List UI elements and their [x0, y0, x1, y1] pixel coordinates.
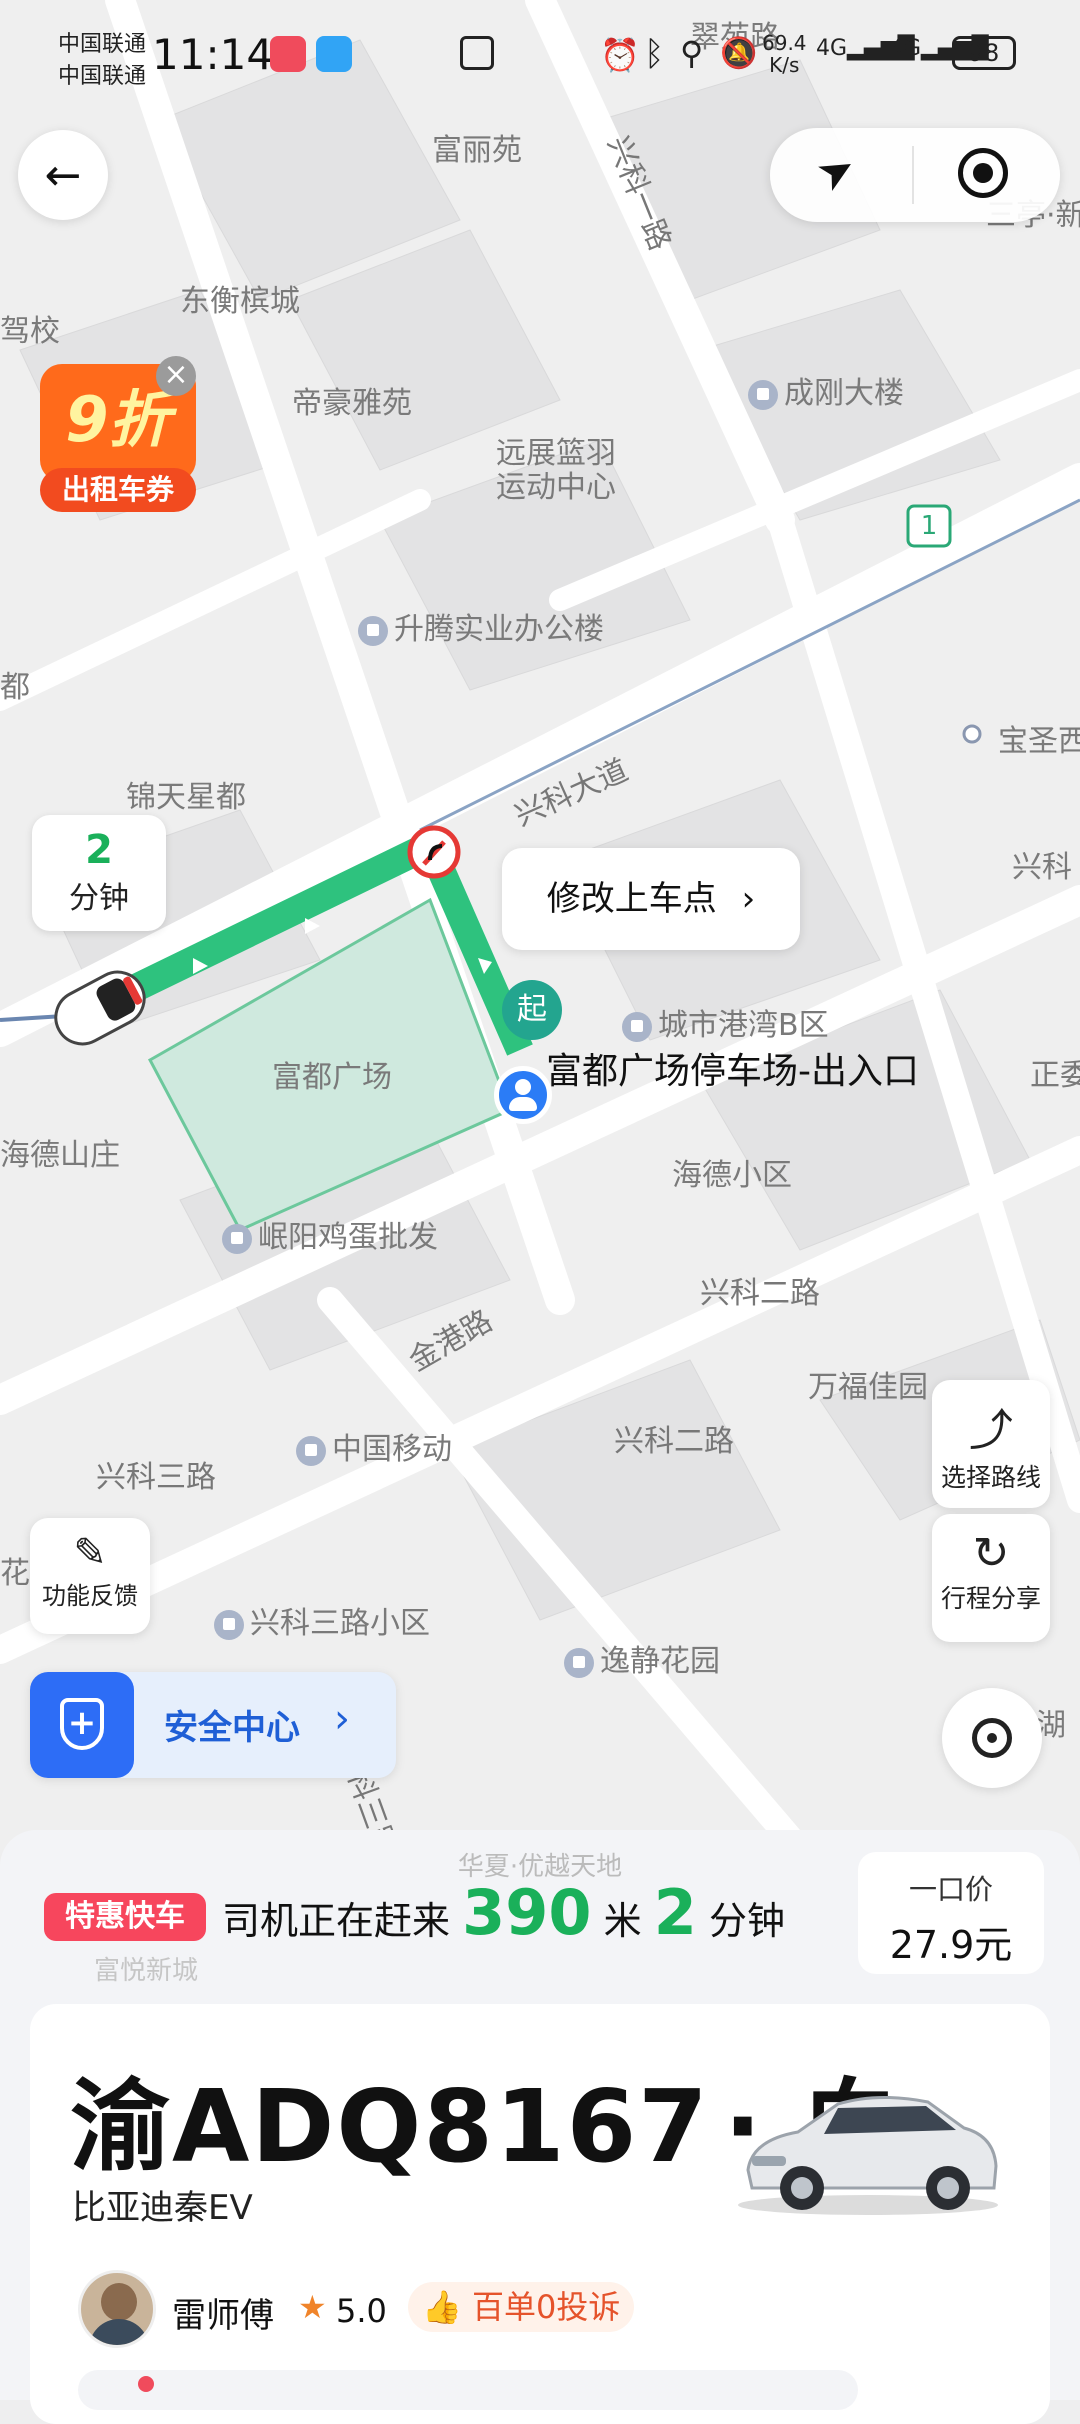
share-trip-button[interactable]: ↻ 行程分享 — [932, 1514, 1050, 1642]
map-label: 逸静花园 — [564, 1636, 720, 1680]
map-label: 富都广场 — [272, 1060, 392, 1095]
route-fork-icon: ⤴ — [969, 1405, 1013, 1456]
crosshair-icon — [972, 1718, 1012, 1758]
map-label: 富丽苑 — [432, 133, 522, 168]
star-icon: ★ — [298, 2288, 327, 2326]
map-label: 海德山庄 — [0, 1138, 120, 1173]
complaint-badge: 👍 百单0投诉 — [408, 2282, 635, 2332]
distance-value: 390 — [462, 1876, 592, 1949]
eta-unit: 分钟 — [69, 881, 129, 916]
choose-route-label: 选择路线 — [940, 1463, 1041, 1492]
map-controls: ➤ — [770, 128, 1060, 222]
map-label: 岷阳鸡蛋批发 — [222, 1212, 438, 1256]
map-label: 东衡槟城 — [180, 284, 300, 319]
start-marker: 起 — [502, 980, 562, 1040]
price-value: 27.9元 — [889, 1923, 1013, 1967]
price-label: 一口价 — [908, 1873, 993, 1906]
home-icon — [622, 1011, 652, 1042]
distance-unit: 米 — [603, 1899, 642, 1943]
home-icon — [564, 1647, 594, 1678]
price-card[interactable]: 一口价 27.9元 — [858, 1852, 1044, 1974]
chevron-right-icon: › — [741, 879, 756, 919]
map-label: 成刚大楼 — [748, 368, 904, 412]
mobile-icon — [296, 1435, 326, 1466]
map-label: 兴科三路小区 — [214, 1598, 430, 1642]
safety-center-label: 安全中心 — [164, 1708, 300, 1748]
alarm-icon: ⏰ — [600, 36, 640, 74]
eta-bubble: 2 分钟 — [32, 815, 166, 931]
feedback-button[interactable]: ✎ 功能反馈 — [30, 1518, 150, 1634]
divider — [912, 146, 914, 204]
coupon-badge[interactable]: 9折 出租车券 × — [40, 356, 200, 518]
share-trip-label: 行程分享 — [940, 1584, 1041, 1613]
nfc-icon — [460, 36, 494, 70]
back-button[interactable]: ← — [18, 130, 108, 220]
map-label: 锦天星都 — [126, 780, 246, 815]
driver-avatar[interactable] — [78, 2270, 156, 2348]
eta-minutes: 2 — [85, 827, 113, 873]
coupon-label: 出租车券 — [40, 468, 196, 512]
bluetooth-icon: ᛒ — [644, 34, 665, 74]
driver-name: 雷师傅 — [172, 2296, 274, 2336]
next-card-peek — [78, 2370, 858, 2410]
message-notification-icon — [316, 36, 352, 72]
location-icon: ⚲ — [680, 34, 704, 72]
status-bar: 中国联通 中国联通 11:14 ⏰ ᛒ ⚲ 🔕 69.4 K/s 4G▂▄▆█ … — [0, 0, 1080, 110]
map-label: 正委 — [1030, 1058, 1080, 1093]
modify-pickup-label: 修改上车点 — [546, 879, 717, 919]
map-label-faded: 富悦新城 — [94, 1956, 199, 1986]
map-label: 帝豪雅苑 — [292, 386, 412, 421]
road-number-badge: 1 — [920, 511, 938, 541]
target-icon[interactable] — [958, 148, 1008, 198]
chevron-right-icon: › — [334, 1696, 350, 1742]
car-image — [728, 2070, 1008, 2220]
map-label: 升腾实业办公楼 — [358, 604, 604, 648]
service-tag: 特惠快车 — [44, 1893, 206, 1941]
carrier-1: 中国联通 — [58, 32, 147, 57]
road-label: 兴科二路 — [614, 1424, 734, 1459]
map-label: 运动中心 — [496, 470, 616, 505]
trip-status: 司机正在赶来 390 米 2 分钟 — [222, 1876, 785, 1949]
feedback-label: 功能反馈 — [42, 1582, 138, 1610]
map-label: 城市港湾B区 — [622, 1000, 829, 1044]
map-label: 万福佳园 — [808, 1370, 928, 1405]
edit-icon: ✎ — [73, 1530, 107, 1576]
modify-pickup-button[interactable]: 修改上车点 › — [502, 848, 800, 950]
map-label: 中国移动 — [296, 1424, 452, 1468]
network-speed: 69.4 K/s — [762, 31, 807, 77]
battery-indicator: 98 — [952, 36, 1016, 70]
share-icon: ↻ — [972, 1528, 1010, 1579]
home-icon — [214, 1609, 244, 1640]
car-model: 比亚迪秦EV — [72, 2188, 253, 2228]
carrier-2: 中国联通 — [58, 64, 147, 89]
recenter-button[interactable] — [942, 1688, 1042, 1788]
pickup-location-name: 富都广场停车场-出入口 — [546, 1051, 919, 1092]
minutes-unit: 分钟 — [708, 1899, 785, 1943]
minutes-value: 2 — [653, 1876, 697, 1949]
thumbs-up-icon: 👍 — [422, 2288, 462, 2326]
shop-icon — [222, 1223, 252, 1254]
road-label: 兴科二路 — [700, 1276, 820, 1311]
close-icon[interactable]: × — [156, 356, 196, 396]
map-label: 兴科 — [1012, 850, 1072, 885]
building-icon — [748, 379, 778, 410]
road-label: 兴科三路 — [96, 1460, 216, 1495]
arrow-left-icon: ← — [44, 149, 82, 201]
clock: 11:14 — [152, 30, 274, 79]
map-label: 驾校 — [0, 314, 60, 349]
safety-center-button[interactable]: + 安全中心 › — [30, 1672, 396, 1778]
building-icon — [358, 615, 388, 646]
navigate-arrow-icon[interactable]: ➤ — [808, 140, 865, 203]
mute-icon: 🔕 — [720, 36, 758, 71]
app-notification-icon — [270, 36, 306, 72]
map-label: 海德小区 — [672, 1158, 792, 1193]
map-label: 宝圣西 — [998, 724, 1080, 759]
map-label: 都 — [0, 670, 30, 705]
choose-route-button[interactable]: ⤴ 选择路线 — [932, 1380, 1050, 1508]
driver-rating: 5.0 — [336, 2292, 387, 2330]
user-location-icon — [494, 1066, 552, 1124]
shield-icon: + — [30, 1672, 134, 1778]
